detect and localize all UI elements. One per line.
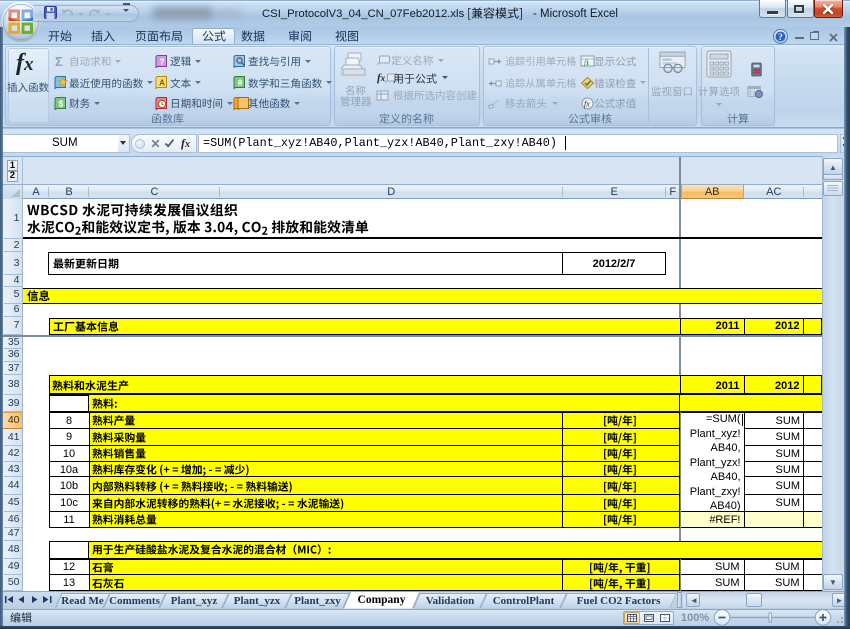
svg-text:θ: θ	[237, 79, 241, 88]
svg-text:$: $	[58, 99, 63, 108]
svg-text:?: ?	[159, 57, 164, 66]
svg-text:fx: fx	[584, 100, 590, 109]
svg-text:A: A	[159, 79, 165, 88]
svg-text:fx: fx	[584, 59, 590, 67]
svg-text:?: ?	[778, 33, 783, 43]
